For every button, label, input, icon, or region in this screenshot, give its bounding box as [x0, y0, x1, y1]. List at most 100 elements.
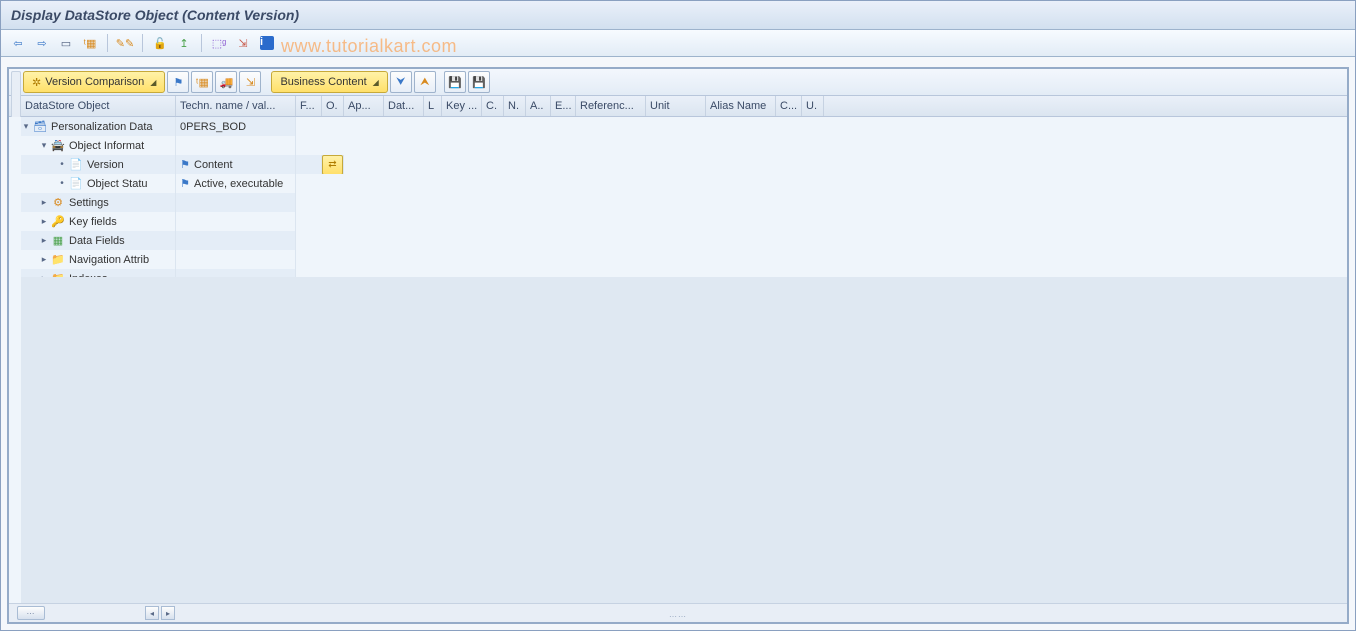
scroll-left-button[interactable]: ◂ [145, 606, 159, 620]
tree-row-nav-attr[interactable]: ▸ 📁 Navigation Attrib [21, 250, 1347, 269]
collapse-up-icon: ⮝ [420, 76, 429, 89]
collapse-up-button[interactable]: ⮝ [414, 71, 436, 93]
tree-row-data-fields[interactable]: ▸ ▦ Data Fields [21, 231, 1347, 250]
tree-row-settings[interactable]: ▸ ⚙ Settings [21, 193, 1347, 212]
compare-icon: ✲ [32, 76, 41, 89]
column-header-unit[interactable]: Unit [646, 96, 706, 116]
tree-empty-area [21, 277, 1347, 606]
version-value: Content [194, 159, 233, 171]
expand-down-icon: ⮟ [396, 76, 405, 89]
tree-row-object-info[interactable]: ▾ 🚔 Object Informat [21, 136, 1347, 155]
tree-row-key-fields[interactable]: ▸ 🔑 Key fields [21, 212, 1347, 231]
column-header-u[interactable]: U. [802, 96, 824, 116]
lock-button[interactable]: 🔓 [149, 32, 171, 54]
collapse-icon[interactable]: ▾ [39, 140, 49, 151]
object-status-value: Active, executable [194, 178, 283, 190]
window-icon: ▭ [61, 37, 71, 50]
column-header-o[interactable]: O. [322, 96, 344, 116]
column-header-dat[interactable]: Dat... [384, 96, 424, 116]
column-header-f[interactable]: F... [296, 96, 322, 116]
export-button[interactable]: ⇲ [232, 32, 254, 54]
resize-grip[interactable]: ⋯⋯ [669, 612, 687, 621]
up-arrow-icon: ↥ [179, 37, 188, 50]
column-header-tech[interactable]: Techn. name / val... [176, 96, 296, 116]
save-icon: 💾 [448, 76, 462, 89]
column-header-c2[interactable]: C... [776, 96, 802, 116]
edit-button[interactable]: ✎✎ [114, 32, 136, 54]
content-flag-icon: ⚑ [178, 158, 192, 172]
tree-row-version[interactable]: • 📄 Version ⚑ Content ⇄ [21, 155, 1347, 174]
settings-label: Settings [67, 197, 109, 209]
chevron-down-icon: ◢ [150, 78, 156, 87]
tree-row-root[interactable]: ▾ 🗃 Personalization Data 0PERS_BOD [21, 117, 1347, 136]
compare-badge-button[interactable]: ⇄ [322, 155, 343, 174]
arrow-left-icon: ⇦ [13, 37, 22, 50]
nav-attr-label: Navigation Attrib [67, 254, 149, 266]
truck-icon: 🚚 [220, 76, 234, 89]
document-icon: 📄 [69, 177, 83, 191]
tree-grid: ▾ 🗃 Personalization Data 0PERS_BOD ▾ 🚔 O… [9, 117, 1347, 606]
app-toolbar: ⇦ ⇨ ▭ ᵗ▦ ✎✎ 🔓 ↥ ⬚ᵍ ⇲ i [1, 30, 1355, 57]
column-header-alias[interactable]: Alias Name [706, 96, 776, 116]
expand-icon[interactable]: ▸ [39, 254, 49, 265]
tree-icon: ᵗ▦ [196, 76, 209, 89]
data-fields-icon: ▦ [51, 234, 65, 248]
scroll-thumb[interactable]: ⋯ [17, 606, 45, 620]
expand-down-button[interactable]: ⮟ [390, 71, 412, 93]
version-comparison-button[interactable]: ✲ Version Comparison ◢ [23, 71, 165, 93]
save-as-icon: 💾 [472, 76, 486, 89]
info-icon: i [260, 36, 274, 50]
window-button[interactable]: ▭ [55, 32, 77, 54]
activate-button[interactable]: ⚑ [167, 71, 189, 93]
main-panel: ✲ Version Comparison ◢ ⚑ ᵗ▦ 🚚 ⇲ Business… [7, 67, 1349, 624]
back-button[interactable]: ⇦ [7, 32, 29, 54]
document-icon: 📄 [69, 158, 83, 172]
column-header-ref[interactable]: Referenc... [576, 96, 646, 116]
save-button[interactable]: 💾 [444, 71, 466, 93]
arrow-right-icon: ⇨ [37, 37, 46, 50]
expand-icon[interactable]: ▸ [39, 235, 49, 246]
object-info-label: Object Informat [67, 140, 144, 152]
collapse-icon[interactable]: ▾ [21, 121, 31, 132]
business-content-button[interactable]: Business Content ◢ [271, 71, 387, 93]
up-button[interactable]: ↥ [173, 32, 195, 54]
root-label: Personalization Data [49, 121, 153, 133]
workspace: Display DataStore Object (Content Versio… [0, 0, 1356, 631]
tree-row-object-status[interactable]: • 📄 Object Statu ⚑ Active, executable [21, 174, 1347, 193]
key-icon: 🔑 [51, 215, 65, 229]
leaf-icon: • [57, 178, 67, 189]
info-object-icon: 🚔 [51, 139, 65, 153]
column-header-app[interactable]: Ap... [344, 96, 384, 116]
hierarchy-tree-button[interactable]: ᵗ▦ [191, 71, 213, 93]
expand-icon[interactable]: ▸ [39, 216, 49, 227]
chart-button[interactable]: ⬚ᵍ [208, 32, 230, 54]
inner-toolbar: ✲ Version Comparison ◢ ⚑ ᵗ▦ 🚚 ⇲ Business… [9, 69, 1347, 96]
where-used-button[interactable]: ⇲ [239, 71, 261, 93]
column-header-a[interactable]: A.. [526, 96, 551, 116]
chevron-down-icon: ◢ [373, 78, 379, 87]
column-header-n[interactable]: N. [504, 96, 526, 116]
datastore-icon: 🗃 [33, 120, 47, 134]
data-fields-label: Data Fields [67, 235, 125, 247]
grid-header: DataStore Object Techn. name / val... F.… [9, 96, 1347, 117]
page-title: Display DataStore Object (Content Versio… [11, 7, 299, 23]
column-header-c[interactable]: C. [482, 96, 504, 116]
expand-icon[interactable]: ▸ [39, 197, 49, 208]
save-as-button[interactable]: 💾 [468, 71, 490, 93]
info-button[interactable]: i [256, 32, 278, 54]
column-header-key[interactable]: Key ... [442, 96, 482, 116]
column-header-e[interactable]: E... [551, 96, 576, 116]
version-comparison-label: Version Comparison [45, 76, 144, 88]
folder-icon: 📁 [51, 253, 65, 267]
active-flag-icon: ⚑ [178, 177, 192, 191]
root-tech: 0PERS_BOD [176, 121, 246, 133]
scroll-right-button[interactable]: ▸ [161, 606, 175, 620]
forward-button[interactable]: ⇨ [31, 32, 53, 54]
column-header-l[interactable]: L [424, 96, 442, 116]
transport-button[interactable]: 🚚 [215, 71, 237, 93]
column-header-object[interactable]: DataStore Object [21, 96, 176, 116]
chart-icon: ⬚ᵍ [212, 37, 227, 50]
hierarchy-button[interactable]: ᵗ▦ [79, 32, 101, 54]
where-used-icon: ⇲ [246, 76, 255, 89]
flag-icon: ⚑ [174, 76, 184, 89]
